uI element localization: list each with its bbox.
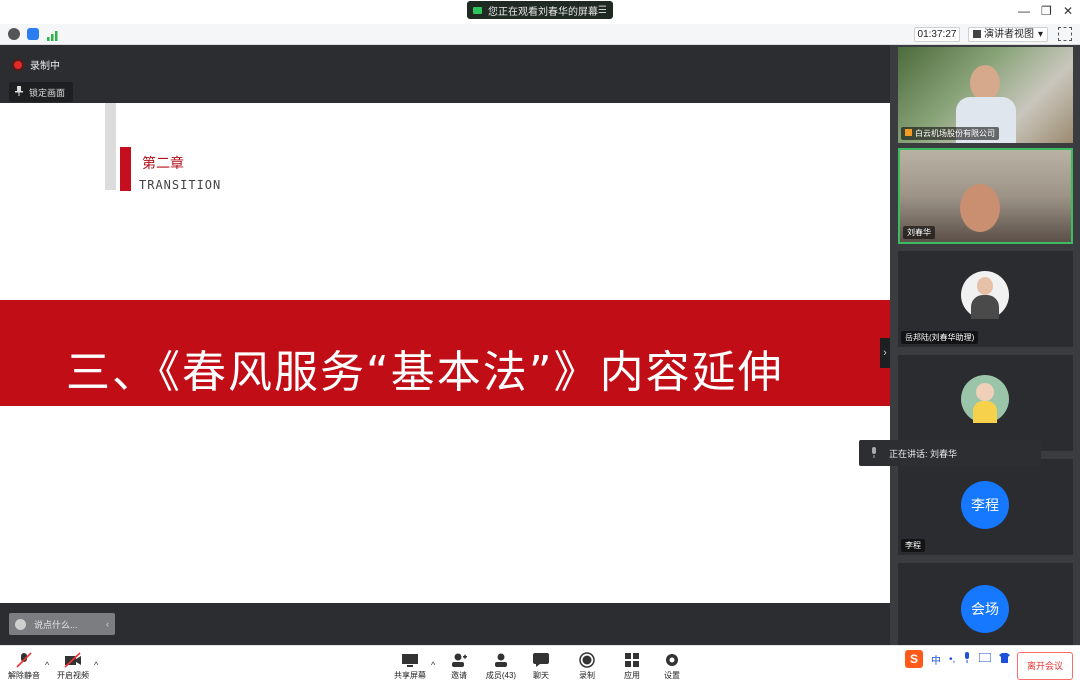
view-mode-label: 演讲者视图 bbox=[984, 29, 1034, 40]
slide-banner-title: 三、《春风服务“基本法”》内容延伸 bbox=[66, 347, 784, 398]
participant-video bbox=[960, 184, 1000, 232]
add-user-icon bbox=[452, 653, 467, 667]
lock-screen-button[interactable]: 锁定画面 bbox=[9, 82, 73, 102]
apps-label: 应用 bbox=[624, 671, 640, 680]
recording-label: 录制中 bbox=[30, 61, 60, 72]
restore-button[interactable]: ❐ bbox=[1041, 4, 1052, 18]
settings-button[interactable]: 设置 bbox=[646, 650, 698, 681]
share-menu-icon[interactable]: ☰ bbox=[598, 5, 607, 16]
start-video-label: 开启视频 bbox=[57, 671, 89, 680]
participant-avatar: 李程 bbox=[961, 481, 1009, 529]
chat-input[interactable]: 说点什么... ‹ bbox=[9, 613, 115, 635]
slide-accent-mark bbox=[120, 147, 131, 191]
members-label: 成员(43) bbox=[485, 671, 517, 680]
participant-video bbox=[970, 65, 1000, 101]
participant-avatar bbox=[961, 271, 1009, 319]
meeting-timer: 01:37:27 bbox=[914, 27, 960, 42]
share-screen-icon bbox=[402, 654, 418, 667]
chat-icon bbox=[533, 653, 549, 667]
screen-share-notice[interactable]: 您正在观看刘春华的屏幕 ☰ bbox=[467, 1, 613, 19]
record-label: 录制 bbox=[579, 671, 595, 680]
mic-icon bbox=[872, 447, 876, 458]
pin-icon bbox=[15, 86, 23, 98]
slide-subtitle: TRANSITION bbox=[139, 178, 222, 192]
fullscreen-icon[interactable] bbox=[1058, 27, 1072, 41]
share-notice-text: 您正在观看刘春华的屏幕 bbox=[488, 6, 598, 18]
participant-panel: 白云机场股份有限公司 刘春华 岳邦陆(刘春华助理) 李程 李程 会场 bbox=[890, 45, 1080, 659]
invite-label: 邀请 bbox=[451, 671, 467, 680]
ime-mic-icon[interactable] bbox=[963, 652, 971, 666]
emoji-icon[interactable] bbox=[15, 618, 26, 630]
view-mode-select[interactable]: 演讲者视图 ▾ bbox=[968, 27, 1048, 42]
share-screen-button[interactable]: 共享屏幕 bbox=[384, 650, 436, 681]
meeting-info-bar: 01:37:27 演讲者视图 ▾ bbox=[0, 24, 1080, 45]
host-icon bbox=[905, 129, 912, 136]
camera-off-icon bbox=[64, 652, 81, 668]
recording-dot-icon bbox=[14, 60, 22, 69]
ime-keyboard-icon[interactable] bbox=[978, 652, 992, 665]
chevron-down-icon: ▾ bbox=[1037, 29, 1043, 40]
presentation-slide: 第二章 TRANSITION 三、《春风服务“基本法”》内容延伸 bbox=[0, 103, 890, 603]
participant-avatar: 会场 bbox=[961, 585, 1009, 633]
view-mode-icon bbox=[973, 30, 981, 38]
chat-placeholder: 说点什么... bbox=[34, 619, 78, 630]
close-button[interactable]: ✕ bbox=[1063, 4, 1073, 18]
share-indicator-icon bbox=[473, 6, 482, 14]
slide-decor-bar bbox=[105, 103, 116, 190]
settings-label: 设置 bbox=[664, 671, 680, 680]
unmute-button[interactable]: 解除静音 bbox=[0, 650, 50, 681]
chat-button[interactable]: 聊天 bbox=[515, 650, 567, 681]
active-speaker-banner: 正在讲话: 刘春华 bbox=[859, 440, 1041, 466]
meeting-controls: 解除静音 ^ 开启视频 ^ 共享屏幕 ^ 邀请 成员(43) 聊天 录制 应用 … bbox=[0, 645, 1080, 687]
leave-meeting-button[interactable]: 离开会议 bbox=[1017, 652, 1073, 680]
video-options-caret[interactable]: ^ bbox=[94, 660, 98, 670]
active-speaker-text: 正在讲话: 刘春华 bbox=[889, 448, 958, 459]
title-bar: 您正在观看刘春华的屏幕 ☰ — ❐ ✕ bbox=[0, 0, 1080, 24]
slide-chapter: 第二章 bbox=[142, 156, 184, 172]
participant-name: 李程 bbox=[901, 539, 925, 552]
start-video-button[interactable]: 开启视频 bbox=[47, 650, 99, 681]
lock-screen-label: 锁定画面 bbox=[29, 87, 66, 98]
participant-tile[interactable]: 岳邦陆(刘春华助理) bbox=[898, 251, 1073, 347]
recording-status: 录制中 bbox=[14, 57, 60, 72]
unmute-label: 解除静音 bbox=[8, 671, 40, 680]
participant-name-text: 白云机场股份有限公司 bbox=[915, 129, 995, 138]
chat-label: 聊天 bbox=[533, 671, 549, 680]
security-shield-icon[interactable] bbox=[27, 28, 39, 40]
participant-name: 刘春华 bbox=[903, 226, 935, 239]
apps-grid-icon bbox=[625, 653, 639, 667]
participant-tile[interactable]: 白云机场股份有限公司 bbox=[898, 47, 1073, 143]
participant-tile[interactable] bbox=[898, 355, 1073, 451]
members-icon bbox=[495, 653, 507, 667]
minimize-button[interactable]: — bbox=[1018, 4, 1030, 18]
toggle-panel-button[interactable]: › bbox=[880, 338, 890, 368]
ime-skin-icon[interactable] bbox=[999, 652, 1011, 666]
collapse-chat-icon[interactable]: ‹ bbox=[106, 619, 109, 629]
info-icon[interactable] bbox=[8, 28, 20, 40]
ime-mode[interactable]: 中 bbox=[931, 652, 941, 667]
participant-name: 白云机场股份有限公司 bbox=[901, 127, 999, 140]
network-signal-icon[interactable] bbox=[46, 28, 60, 41]
participant-tile-active-speaker[interactable]: 刘春华 bbox=[898, 148, 1073, 244]
record-icon bbox=[579, 652, 595, 668]
participant-avatar bbox=[961, 375, 1009, 423]
ime-punctuation[interactable]: •, bbox=[949, 654, 955, 665]
participant-name: 岳邦陆(刘春华助理) bbox=[901, 331, 979, 344]
participant-tile[interactable]: 李程 李程 bbox=[898, 459, 1073, 555]
mic-muted-icon bbox=[16, 652, 32, 668]
gear-icon bbox=[666, 654, 678, 666]
ime-logo-icon: S bbox=[905, 650, 923, 668]
share-screen-label: 共享屏幕 bbox=[394, 671, 426, 680]
